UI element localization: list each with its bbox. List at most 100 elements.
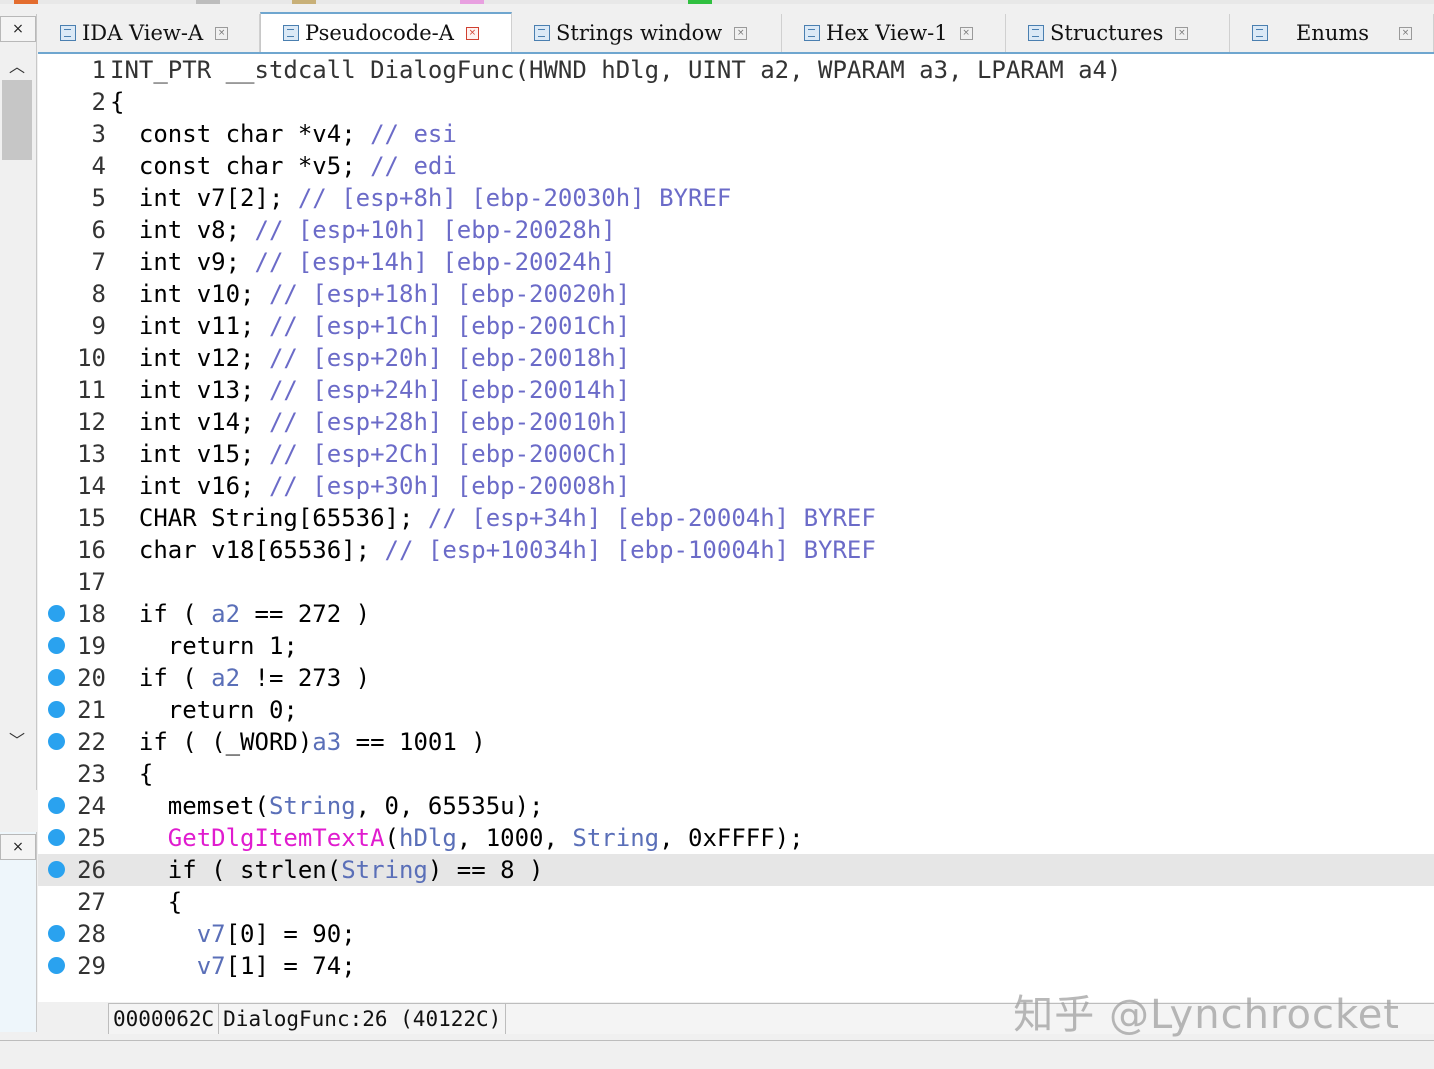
code-text[interactable]: int v8; // [esp+10h] [ebp-20028h] bbox=[110, 214, 616, 246]
code-line[interactable]: 24 memset(String, 0, 65535u); bbox=[38, 790, 1434, 822]
code-line[interactable]: 1 INT_PTR __stdcall DialogFunc(HWND hDlg,… bbox=[38, 54, 1434, 86]
code-text[interactable]: int v10; // [esp+18h] [ebp-20020h] bbox=[110, 278, 630, 310]
left-lower-close-button[interactable]: × bbox=[0, 834, 36, 860]
code-text[interactable]: v7[0] = 90; bbox=[110, 918, 356, 950]
line-number: 10 bbox=[77, 344, 106, 372]
code-line[interactable]: 29 v7[1] = 74; bbox=[38, 950, 1434, 982]
code-text[interactable]: return 0; bbox=[110, 694, 298, 726]
code-text[interactable]: int v11; // [esp+1Ch] [ebp-2001Ch] bbox=[110, 310, 630, 342]
code-text[interactable]: v7[1] = 74; bbox=[110, 950, 356, 982]
top-strip bbox=[0, 0, 1434, 4]
scrollbar-thumb[interactable] bbox=[2, 80, 32, 160]
code-line[interactable]: 9 int v11; // [esp+1Ch] [ebp-2001Ch] bbox=[38, 310, 1434, 342]
code-line[interactable]: 7 int v9; // [esp+14h] [ebp-20024h] bbox=[38, 246, 1434, 278]
code-line[interactable]: 26 if ( strlen(String) == 8 ) bbox=[38, 854, 1434, 886]
breakpoint-dot-icon[interactable] bbox=[48, 669, 65, 686]
code-line[interactable]: 2{ bbox=[38, 86, 1434, 118]
code-text[interactable]: CHAR String[65536]; // [esp+34h] [ebp-20… bbox=[110, 502, 876, 534]
code-line[interactable]: 11 int v13; // [esp+24h] [ebp-20014h] bbox=[38, 374, 1434, 406]
code-line[interactable]: 20 if ( a2 != 273 ) bbox=[38, 662, 1434, 694]
line-number: 8 bbox=[91, 280, 106, 308]
left-panel-close-button[interactable]: × bbox=[0, 16, 36, 42]
code-line[interactable]: 13 int v15; // [esp+2Ch] [ebp-2000Ch] bbox=[38, 438, 1434, 470]
code-text[interactable]: { bbox=[110, 86, 124, 118]
line-number: 17 bbox=[77, 568, 106, 596]
line-number: 15 bbox=[77, 504, 106, 532]
code-text[interactable]: const char *v4; // esi bbox=[110, 118, 457, 150]
tab-hex-view-1[interactable]: Hex View-1 × bbox=[782, 14, 1006, 52]
code-text[interactable]: { bbox=[110, 758, 153, 790]
tab-ida-view-a[interactable]: IDA View-A × bbox=[38, 14, 260, 52]
code-text[interactable]: { bbox=[110, 886, 182, 918]
code-line[interactable]: 5 int v7[2]; // [esp+8h] [ebp-20030h] BY… bbox=[38, 182, 1434, 214]
code-text[interactable]: char v18[65536]; // [esp+10034h] [ebp-10… bbox=[110, 534, 876, 566]
code-text[interactable]: GetDlgItemTextA(hDlg, 1000, String, 0xFF… bbox=[110, 822, 804, 854]
breakpoint-dot-icon[interactable] bbox=[48, 861, 65, 878]
close-icon[interactable]: × bbox=[1175, 26, 1189, 40]
code-text[interactable]: int v9; // [esp+14h] [ebp-20024h] bbox=[110, 246, 616, 278]
code-line[interactable]: 8 int v10; // [esp+18h] [ebp-20020h] bbox=[38, 278, 1434, 310]
code-text[interactable]: memset(String, 0, 65535u); bbox=[110, 790, 544, 822]
breakpoint-dot-icon[interactable] bbox=[48, 829, 65, 846]
line-number: 26 bbox=[77, 856, 106, 884]
breakpoint-dot-icon[interactable] bbox=[48, 637, 65, 654]
code-text[interactable]: int v12; // [esp+20h] [ebp-20018h] bbox=[110, 342, 630, 374]
code-text[interactable]: int v7[2]; // [esp+8h] [ebp-20030h] BYRE… bbox=[110, 182, 731, 214]
code-line[interactable]: 23 { bbox=[38, 758, 1434, 790]
tab-structures[interactable]: Structures × bbox=[1006, 14, 1230, 52]
code-line[interactable]: 16 char v18[65536]; // [esp+10034h] [ebp… bbox=[38, 534, 1434, 566]
code-text[interactable]: if ( (_WORD)a3 == 1001 ) bbox=[110, 726, 486, 758]
code-line[interactable]: 3 const char *v4; // esi bbox=[38, 118, 1434, 150]
code-line[interactable]: 6 int v8; // [esp+10h] [ebp-20028h] bbox=[38, 214, 1434, 246]
chevron-up-icon: ︿ bbox=[8, 57, 25, 76]
code-line[interactable]: 27 { bbox=[38, 886, 1434, 918]
tab-enums[interactable]: Enums × bbox=[1230, 14, 1434, 52]
chevron-down-icon: ﹀ bbox=[8, 731, 25, 750]
close-icon: × bbox=[12, 21, 24, 37]
pseudocode-editor[interactable]: 1 INT_PTR __stdcall DialogFunc(HWND hDlg,… bbox=[38, 54, 1434, 1002]
tab-pseudocode-a[interactable]: Pseudocode-A × bbox=[260, 12, 512, 52]
close-icon[interactable]: × bbox=[959, 26, 973, 40]
breakpoint-dot-icon[interactable] bbox=[48, 797, 65, 814]
code-text[interactable]: if ( a2 != 273 ) bbox=[110, 662, 370, 694]
tab-strings-window[interactable]: Strings window × bbox=[512, 14, 782, 52]
code-line[interactable]: 4 const char *v5; // edi bbox=[38, 150, 1434, 182]
line-number: 3 bbox=[91, 120, 106, 148]
breakpoint-dot-icon[interactable] bbox=[48, 925, 65, 942]
code-text[interactable]: return 1; bbox=[110, 630, 298, 662]
code-line[interactable]: 18 if ( a2 == 272 ) bbox=[38, 598, 1434, 630]
code-text[interactable]: INT_PTR __stdcall DialogFunc(HWND hDlg, … bbox=[110, 54, 1121, 86]
code-line[interactable]: 19 return 1; bbox=[38, 630, 1434, 662]
code-text[interactable]: int v13; // [esp+24h] [ebp-20014h] bbox=[110, 374, 630, 406]
breakpoint-dot-icon[interactable] bbox=[48, 701, 65, 718]
code-line[interactable]: 17 bbox=[38, 566, 1434, 598]
code-text[interactable]: const char *v5; // edi bbox=[110, 150, 457, 182]
code-line[interactable]: 12 int v14; // [esp+28h] [ebp-20010h] bbox=[38, 406, 1434, 438]
code-line[interactable]: 10 int v12; // [esp+20h] [ebp-20018h] bbox=[38, 342, 1434, 374]
code-text[interactable]: int v14; // [esp+28h] [ebp-20010h] bbox=[110, 406, 630, 438]
tab-label: Strings window bbox=[556, 21, 723, 45]
scroll-down-button[interactable]: ﹀ bbox=[4, 726, 30, 752]
scroll-up-button[interactable]: ︿ bbox=[4, 52, 30, 78]
code-text[interactable]: if ( strlen(String) == 8 ) bbox=[110, 854, 544, 886]
code-line[interactable]: 22 if ( (_WORD)a3 == 1001 ) bbox=[38, 726, 1434, 758]
code-line[interactable]: 14 int v16; // [esp+30h] [ebp-20008h] bbox=[38, 470, 1434, 502]
code-text[interactable]: int v15; // [esp+2Ch] [ebp-2000Ch] bbox=[110, 438, 630, 470]
code-text[interactable]: int v16; // [esp+30h] [ebp-20008h] bbox=[110, 470, 630, 502]
code-line[interactable]: 15 CHAR String[65536]; // [esp+34h] [ebp… bbox=[38, 502, 1434, 534]
pseudocode-icon bbox=[283, 25, 299, 41]
close-icon[interactable]: × bbox=[1399, 26, 1413, 40]
close-icon[interactable]: × bbox=[215, 26, 229, 40]
status-location: DialogFunc:26 (40122C) bbox=[219, 1004, 507, 1034]
close-icon[interactable]: × bbox=[465, 26, 479, 40]
close-icon[interactable]: × bbox=[734, 26, 748, 40]
code-line[interactable]: 25 GetDlgItemTextA(hDlg, 1000, String, 0… bbox=[38, 822, 1434, 854]
line-number: 1 bbox=[91, 56, 106, 84]
code-text[interactable]: if ( a2 == 272 ) bbox=[110, 598, 370, 630]
breakpoint-dot-icon[interactable] bbox=[48, 733, 65, 750]
tab-label: Enums bbox=[1296, 21, 1370, 45]
code-line[interactable]: 28 v7[0] = 90; bbox=[38, 918, 1434, 950]
breakpoint-dot-icon[interactable] bbox=[48, 605, 65, 622]
breakpoint-dot-icon[interactable] bbox=[48, 957, 65, 974]
code-line[interactable]: 21 return 0; bbox=[38, 694, 1434, 726]
